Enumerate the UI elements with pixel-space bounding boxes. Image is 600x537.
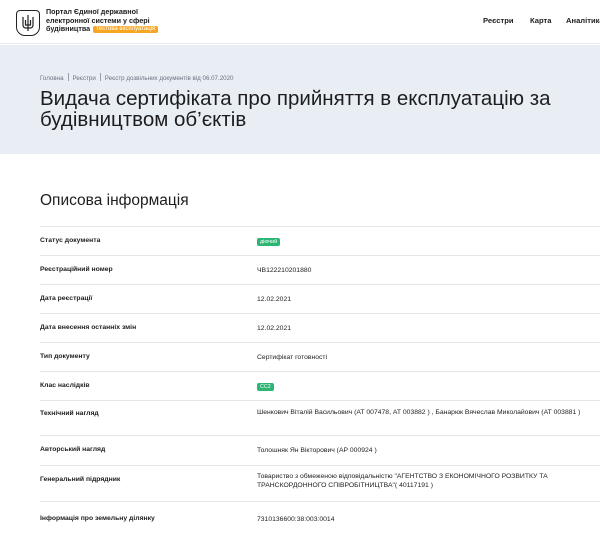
breadcrumb-separator	[67, 73, 69, 81]
row-label: Інформація про земельну ділянку	[40, 515, 155, 522]
row-label: Тип документу	[40, 353, 90, 360]
row-label: Статус документа	[40, 237, 101, 244]
row-label: Клас наслідків	[40, 382, 90, 389]
nav-registries[interactable]: Реєстри	[483, 16, 514, 25]
info-table: Статус документа діючий Реєстраційний но…	[40, 226, 600, 531]
breadcrumb-registries[interactable]: Реєстри	[73, 75, 96, 82]
row-status: Статус документа діючий	[40, 226, 600, 255]
row-label: Авторський нагляд	[40, 446, 106, 453]
row-reg-date: Дата реєстрації 12.02.2021	[40, 284, 600, 313]
row-reg-number: Реєстраційний номер ЧВ122210201880	[40, 255, 600, 284]
row-label: Дата внесення останніх змін	[40, 324, 137, 331]
row-doc-type: Тип документу Сертифікат готовності	[40, 342, 600, 371]
row-value: 12.02.2021	[257, 296, 292, 303]
row-land-plot: Інформація про земельну ділянку 73101366…	[40, 501, 600, 531]
row-value: Товариство з обмеженою відповідальністю …	[257, 473, 548, 489]
row-value: Шенкович Віталій Васильович (АТ 007478, …	[257, 409, 581, 416]
nav-analytics[interactable]: Аналітика	[566, 16, 600, 25]
class-badge: СС2	[257, 383, 274, 391]
breadcrumb: Головна Реєстри Реєстр дозвільних документ…	[40, 73, 233, 82]
page-hero: Головна Реєстри Реєстр дозвільних документ…	[0, 45, 600, 154]
row-label: Реєстраційний номер	[40, 266, 113, 273]
row-value: Сертифікат готовності	[257, 354, 328, 361]
breadcrumb-separator	[99, 73, 101, 81]
status-badge: діючий	[257, 238, 281, 246]
row-author-supervision: Авторський нагляд Толошняк Ян Вікторович…	[40, 435, 600, 465]
page-title: Видача сертифіката про прийняття в експл…	[40, 88, 600, 130]
row-value: 7310136600:38:003:0014	[257, 516, 335, 523]
page-title-line-1: Видача сертифіката про прийняття в експл…	[40, 87, 551, 110]
row-value: Толошняк Ян Вікторович (АР 000924 )	[257, 447, 377, 454]
row-label: Технічний нагляд	[40, 410, 99, 417]
row-value: 12.02.2021	[257, 325, 292, 332]
row-consequence-class: Клас наслідків СС2	[40, 371, 600, 400]
row-label: Генеральний підрядник	[40, 476, 121, 483]
row-general-contractor: Генеральний підрядник Товариство з обмеж…	[40, 465, 600, 501]
row-value: ЧВ122210201880	[257, 267, 312, 274]
section-title: Описова інформація	[40, 192, 189, 209]
breadcrumb-current: Реєстр дозвільних документів від 06.07.2…	[104, 75, 234, 82]
main-nav: Реєстри Карта Аналітика	[0, 16, 600, 28]
breadcrumb-home[interactable]: Головна	[40, 75, 64, 82]
row-label: Дата реєстрації	[40, 295, 93, 302]
nav-map[interactable]: Карта	[530, 16, 551, 25]
site-header: Портал Єдиної державної електронної сист…	[0, 0, 600, 44]
page-title-line-2: будівництвом об’єктів	[40, 108, 247, 131]
row-tech-supervision: Технічний нагляд Шенкович Віталій Василь…	[40, 400, 600, 435]
row-last-change: Дата внесення останніх змін 12.02.2021	[40, 313, 600, 342]
